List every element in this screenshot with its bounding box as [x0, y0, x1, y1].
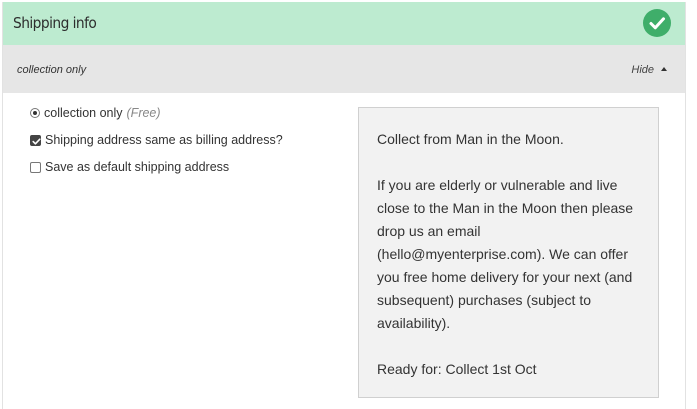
panel-title: Shipping info [13, 14, 97, 32]
method-label: collection only [44, 106, 123, 120]
same-as-billing-checkbox[interactable] [30, 134, 41, 146]
info-collect-from: Collect from Man in the Moon. [377, 131, 564, 147]
hide-label: Hide [631, 64, 654, 76]
save-default-option[interactable]: Save as default shipping address [30, 160, 229, 174]
method-price: (Free) [126, 106, 161, 120]
save-default-checkbox[interactable] [30, 161, 41, 173]
same-as-billing-option[interactable]: Shipping address same as billing address… [30, 133, 283, 147]
panel-header[interactable]: Shipping info [3, 2, 685, 45]
selected-method-label: collection only [17, 64, 87, 76]
info-delivery-offer: If you are elderly or vulnerable and liv… [377, 177, 634, 331]
hide-toggle[interactable]: Hide [631, 64, 667, 76]
checkmark-icon [643, 9, 671, 37]
info-ready-for: Ready for: Collect 1st Oct [377, 361, 537, 377]
shipping-summary-bar: collection only Hide [3, 45, 685, 93]
save-default-label: Save as default shipping address [45, 160, 230, 174]
shipping-info-panel: Shipping info collection only Hide colle… [2, 2, 686, 409]
collection-info-box: Collect from Man in the Moon. If you are… [358, 107, 659, 398]
same-as-billing-label: Shipping address same as billing address… [45, 133, 283, 147]
caret-up-icon [661, 67, 667, 71]
method-radio[interactable] [30, 108, 40, 118]
shipping-method-option[interactable]: collection only (Free) [30, 106, 161, 120]
